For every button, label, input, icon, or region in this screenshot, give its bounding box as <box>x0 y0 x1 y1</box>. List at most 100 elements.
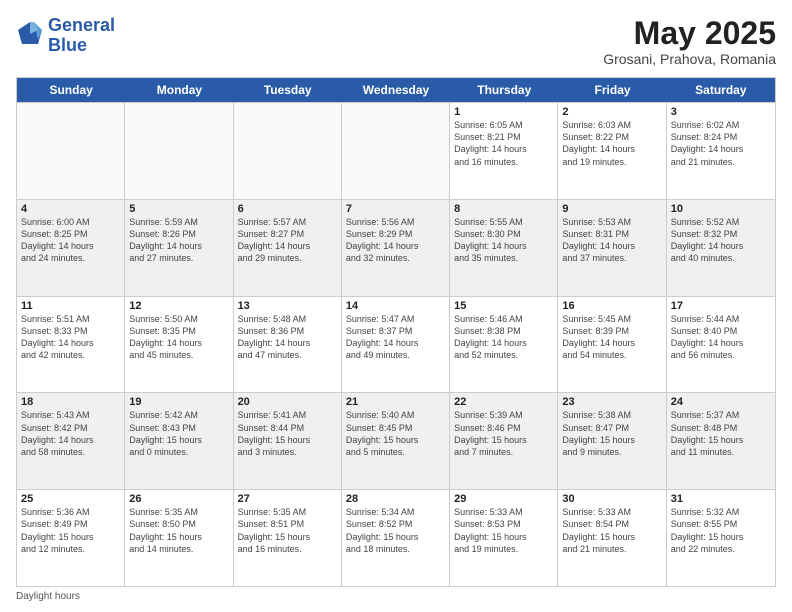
day-info: Sunrise: 5:53 AM Sunset: 8:31 PM Dayligh… <box>562 216 661 265</box>
calendar-cell: 13Sunrise: 5:48 AM Sunset: 8:36 PM Dayli… <box>234 297 342 393</box>
day-number: 18 <box>21 396 120 408</box>
day-info: Sunrise: 6:02 AM Sunset: 8:24 PM Dayligh… <box>671 119 771 168</box>
day-info: Sunrise: 5:37 AM Sunset: 8:48 PM Dayligh… <box>671 409 771 458</box>
day-info: Sunrise: 5:43 AM Sunset: 8:42 PM Dayligh… <box>21 409 120 458</box>
day-info: Sunrise: 5:39 AM Sunset: 8:46 PM Dayligh… <box>454 409 553 458</box>
calendar-cell <box>125 103 233 199</box>
header-day-tuesday: Tuesday <box>234 78 342 102</box>
location-subtitle: Grosani, Prahova, Romania <box>603 51 776 67</box>
day-info: Sunrise: 5:50 AM Sunset: 8:35 PM Dayligh… <box>129 313 228 362</box>
day-number: 24 <box>671 396 771 408</box>
header-day-wednesday: Wednesday <box>342 78 450 102</box>
day-info: Sunrise: 6:00 AM Sunset: 8:25 PM Dayligh… <box>21 216 120 265</box>
calendar-row-1: 1Sunrise: 6:05 AM Sunset: 8:21 PM Daylig… <box>17 102 775 199</box>
header-day-saturday: Saturday <box>667 78 775 102</box>
calendar-cell: 15Sunrise: 5:46 AM Sunset: 8:38 PM Dayli… <box>450 297 558 393</box>
day-number: 21 <box>346 396 445 408</box>
title-area: May 2025 Grosani, Prahova, Romania <box>603 16 776 67</box>
calendar-row-4: 18Sunrise: 5:43 AM Sunset: 8:42 PM Dayli… <box>17 392 775 489</box>
calendar-cell: 10Sunrise: 5:52 AM Sunset: 8:32 PM Dayli… <box>667 200 775 296</box>
day-info: Sunrise: 6:05 AM Sunset: 8:21 PM Dayligh… <box>454 119 553 168</box>
calendar-cell: 9Sunrise: 5:53 AM Sunset: 8:31 PM Daylig… <box>558 200 666 296</box>
day-info: Sunrise: 5:41 AM Sunset: 8:44 PM Dayligh… <box>238 409 337 458</box>
day-number: 17 <box>671 300 771 312</box>
day-number: 4 <box>21 203 120 215</box>
header: General Blue May 2025 Grosani, Prahova, … <box>16 16 776 67</box>
logo-icon <box>16 20 44 48</box>
day-number: 16 <box>562 300 661 312</box>
day-number: 15 <box>454 300 553 312</box>
day-info: Sunrise: 5:47 AM Sunset: 8:37 PM Dayligh… <box>346 313 445 362</box>
logo-line1: General <box>48 16 115 36</box>
calendar-cell <box>234 103 342 199</box>
calendar-cell: 30Sunrise: 5:33 AM Sunset: 8:54 PM Dayli… <box>558 490 666 586</box>
day-info: Sunrise: 5:36 AM Sunset: 8:49 PM Dayligh… <box>21 506 120 555</box>
calendar-cell: 12Sunrise: 5:50 AM Sunset: 8:35 PM Dayli… <box>125 297 233 393</box>
day-number: 30 <box>562 493 661 505</box>
header-day-friday: Friday <box>558 78 666 102</box>
logo: General Blue <box>16 16 115 56</box>
day-number: 25 <box>21 493 120 505</box>
day-info: Sunrise: 5:44 AM Sunset: 8:40 PM Dayligh… <box>671 313 771 362</box>
calendar-cell <box>342 103 450 199</box>
day-info: Sunrise: 5:52 AM Sunset: 8:32 PM Dayligh… <box>671 216 771 265</box>
calendar-cell: 19Sunrise: 5:42 AM Sunset: 8:43 PM Dayli… <box>125 393 233 489</box>
calendar-cell: 4Sunrise: 6:00 AM Sunset: 8:25 PM Daylig… <box>17 200 125 296</box>
day-info: Sunrise: 5:33 AM Sunset: 8:54 PM Dayligh… <box>562 506 661 555</box>
day-number: 7 <box>346 203 445 215</box>
day-number: 1 <box>454 106 553 118</box>
calendar-cell: 16Sunrise: 5:45 AM Sunset: 8:39 PM Dayli… <box>558 297 666 393</box>
day-number: 31 <box>671 493 771 505</box>
day-number: 19 <box>129 396 228 408</box>
calendar-row-5: 25Sunrise: 5:36 AM Sunset: 8:49 PM Dayli… <box>17 489 775 586</box>
calendar-cell: 14Sunrise: 5:47 AM Sunset: 8:37 PM Dayli… <box>342 297 450 393</box>
day-info: Sunrise: 5:59 AM Sunset: 8:26 PM Dayligh… <box>129 216 228 265</box>
day-number: 9 <box>562 203 661 215</box>
calendar-row-3: 11Sunrise: 5:51 AM Sunset: 8:33 PM Dayli… <box>17 296 775 393</box>
calendar-cell: 24Sunrise: 5:37 AM Sunset: 8:48 PM Dayli… <box>667 393 775 489</box>
calendar-cell: 2Sunrise: 6:03 AM Sunset: 8:22 PM Daylig… <box>558 103 666 199</box>
day-number: 8 <box>454 203 553 215</box>
day-number: 14 <box>346 300 445 312</box>
day-number: 27 <box>238 493 337 505</box>
calendar-cell: 31Sunrise: 5:32 AM Sunset: 8:55 PM Dayli… <box>667 490 775 586</box>
day-info: Sunrise: 5:46 AM Sunset: 8:38 PM Dayligh… <box>454 313 553 362</box>
calendar-cell: 27Sunrise: 5:35 AM Sunset: 8:51 PM Dayli… <box>234 490 342 586</box>
day-info: Sunrise: 5:34 AM Sunset: 8:52 PM Dayligh… <box>346 506 445 555</box>
footer-note: Daylight hours <box>16 591 776 602</box>
calendar-cell: 11Sunrise: 5:51 AM Sunset: 8:33 PM Dayli… <box>17 297 125 393</box>
calendar-cell: 23Sunrise: 5:38 AM Sunset: 8:47 PM Dayli… <box>558 393 666 489</box>
calendar-cell: 28Sunrise: 5:34 AM Sunset: 8:52 PM Dayli… <box>342 490 450 586</box>
page: General Blue May 2025 Grosani, Prahova, … <box>0 0 792 612</box>
day-number: 11 <box>21 300 120 312</box>
day-number: 3 <box>671 106 771 118</box>
calendar-cell: 3Sunrise: 6:02 AM Sunset: 8:24 PM Daylig… <box>667 103 775 199</box>
calendar-cell: 25Sunrise: 5:36 AM Sunset: 8:49 PM Dayli… <box>17 490 125 586</box>
header-day-sunday: Sunday <box>17 78 125 102</box>
day-number: 13 <box>238 300 337 312</box>
day-number: 26 <box>129 493 228 505</box>
day-info: Sunrise: 6:03 AM Sunset: 8:22 PM Dayligh… <box>562 119 661 168</box>
day-number: 20 <box>238 396 337 408</box>
day-number: 29 <box>454 493 553 505</box>
calendar-cell: 1Sunrise: 6:05 AM Sunset: 8:21 PM Daylig… <box>450 103 558 199</box>
day-info: Sunrise: 5:45 AM Sunset: 8:39 PM Dayligh… <box>562 313 661 362</box>
calendar-cell: 21Sunrise: 5:40 AM Sunset: 8:45 PM Dayli… <box>342 393 450 489</box>
day-number: 6 <box>238 203 337 215</box>
header-day-thursday: Thursday <box>450 78 558 102</box>
logo-text: General Blue <box>48 16 115 56</box>
day-info: Sunrise: 5:57 AM Sunset: 8:27 PM Dayligh… <box>238 216 337 265</box>
day-number: 2 <box>562 106 661 118</box>
day-number: 5 <box>129 203 228 215</box>
day-info: Sunrise: 5:38 AM Sunset: 8:47 PM Dayligh… <box>562 409 661 458</box>
day-number: 10 <box>671 203 771 215</box>
calendar-cell: 20Sunrise: 5:41 AM Sunset: 8:44 PM Dayli… <box>234 393 342 489</box>
day-number: 12 <box>129 300 228 312</box>
calendar-cell: 6Sunrise: 5:57 AM Sunset: 8:27 PM Daylig… <box>234 200 342 296</box>
day-info: Sunrise: 5:55 AM Sunset: 8:30 PM Dayligh… <box>454 216 553 265</box>
day-info: Sunrise: 5:51 AM Sunset: 8:33 PM Dayligh… <box>21 313 120 362</box>
day-info: Sunrise: 5:35 AM Sunset: 8:51 PM Dayligh… <box>238 506 337 555</box>
day-info: Sunrise: 5:48 AM Sunset: 8:36 PM Dayligh… <box>238 313 337 362</box>
day-number: 23 <box>562 396 661 408</box>
month-title: May 2025 <box>603 16 776 51</box>
